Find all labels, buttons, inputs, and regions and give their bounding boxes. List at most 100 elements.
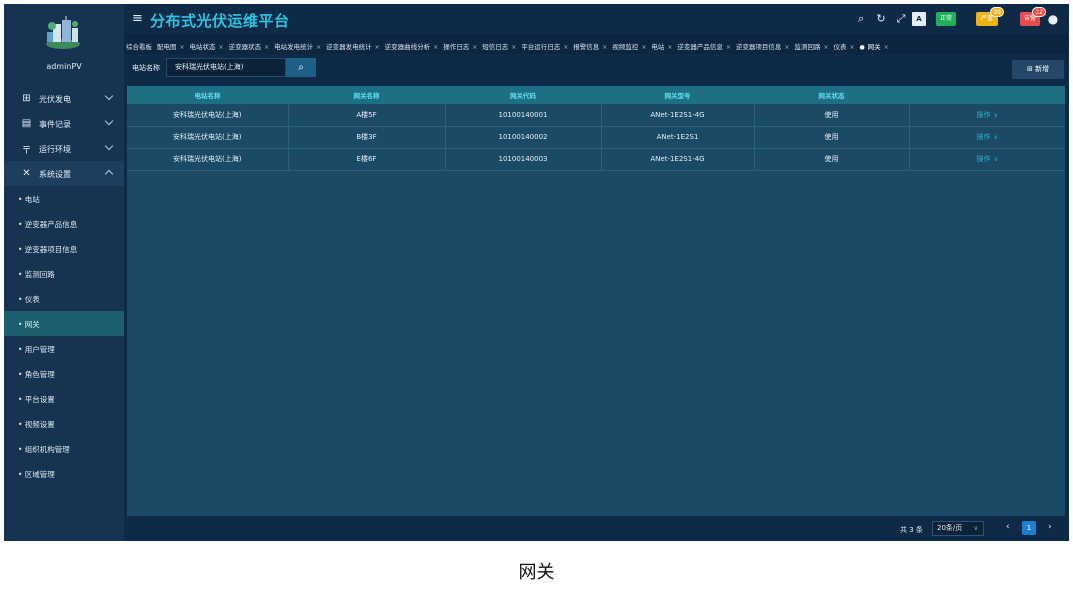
- tab-item[interactable]: 电站发电统计 ×: [272, 37, 324, 54]
- tab-item[interactable]: 平台运行日志 ×: [519, 37, 571, 54]
- column-header: 网关名称: [288, 86, 445, 104]
- sidebar-item-region-management[interactable]: • 区域管理: [4, 461, 124, 486]
- close-icon[interactable]: ×: [511, 44, 516, 51]
- close-icon[interactable]: ×: [602, 44, 607, 51]
- sidebar-item-label: • 仪表: [18, 295, 40, 304]
- close-icon[interactable]: ×: [219, 44, 224, 51]
- search-button[interactable]: ⌕: [286, 58, 316, 77]
- tab-item[interactable]: 逆变器项目信息 ×: [734, 37, 793, 54]
- sidebar-item-platform-settings[interactable]: • 平台设置: [4, 386, 124, 411]
- page-size-value: 20条/页: [937, 524, 963, 532]
- cell-text: B楼3F: [356, 133, 377, 141]
- table-cell: 安科瑞光伏电站(上海): [127, 148, 289, 171]
- normal-button-label: 正常: [939, 15, 952, 22]
- tab-item[interactable]: 操作日志 ×: [441, 37, 480, 54]
- sidebar-item-meter[interactable]: • 仪表: [4, 286, 124, 311]
- cell-text: 安科瑞光伏电站(上海): [173, 110, 242, 119]
- page-number-button[interactable]: 1: [1022, 521, 1036, 535]
- close-icon[interactable]: ×: [433, 44, 438, 51]
- tab-item[interactable]: 仪表 ×: [831, 37, 857, 54]
- tab-item[interactable]: 逆变器状态 ×: [227, 37, 273, 54]
- menu-toggle-icon[interactable]: ≡: [132, 12, 143, 25]
- tab-item[interactable]: 逆变器产品信息 ×: [675, 37, 734, 54]
- sidebar-item-label: • 逆变器产品信息: [18, 220, 78, 229]
- tab-item[interactable]: 综合看板: [124, 37, 155, 54]
- tab-label: 综合看板: [126, 43, 152, 51]
- next-page-button[interactable]: ›: [1048, 522, 1052, 532]
- cell-text: ANet-1E2S1: [656, 133, 699, 141]
- close-icon[interactable]: ×: [667, 44, 672, 51]
- sidebar-item-label: • 组织机构管理: [18, 445, 70, 454]
- tab-item[interactable]: 报警信息 ×: [571, 37, 610, 54]
- table-cell: B楼3F: [288, 126, 446, 149]
- sidebar-item-org-management[interactable]: • 组织机构管理: [4, 436, 124, 461]
- sidebar-item-inverter-product[interactable]: • 逆变器产品信息: [4, 211, 124, 236]
- font-size-icon[interactable]: A: [912, 12, 926, 26]
- sidebar-item-gateway[interactable]: • 网关: [4, 311, 124, 336]
- refresh-icon[interactable]: ↻: [874, 12, 888, 26]
- fullscreen-icon[interactable]: ⤢: [894, 12, 908, 26]
- operation-dropdown[interactable]: 操作 ∨: [909, 148, 1065, 171]
- tab-item[interactable]: 逆变器曲线分析 ×: [383, 37, 442, 54]
- close-icon[interactable]: ×: [264, 44, 269, 51]
- tab-item[interactable]: 监测回路 ×: [792, 37, 831, 54]
- cell-text: 使用: [824, 155, 839, 163]
- tab-item[interactable]: 视频监控 ×: [610, 37, 649, 54]
- sidebar-item-user-management[interactable]: • 用户管理: [4, 336, 124, 361]
- tab-item[interactable]: 电站状态 ×: [188, 37, 227, 54]
- chevron-up-icon: [104, 169, 114, 179]
- app-title: 分布式光伏运维平台: [150, 12, 290, 30]
- sidebar-item-station[interactable]: • 电站: [4, 186, 124, 211]
- menu-pv-generation[interactable]: ⊞ 光伏发电: [4, 86, 124, 111]
- close-icon[interactable]: ×: [316, 44, 321, 51]
- close-icon[interactable]: ×: [726, 44, 731, 51]
- normal-button[interactable]: 正常: [936, 12, 956, 26]
- sidebar-item-inverter-project[interactable]: • 逆变器项目信息: [4, 236, 124, 261]
- pagination-bar: 共 3 条 20条/页 ∨ ‹ 1 ›: [124, 516, 1069, 541]
- table-header-row: 电站名称 网关名称 网关代码 网关型号 网关状态: [127, 86, 1065, 104]
- column-header: 网关代码: [445, 86, 601, 104]
- close-icon[interactable]: ×: [472, 44, 477, 51]
- tab-item[interactable]: 短信日志 ×: [480, 37, 519, 54]
- user-icon[interactable]: ●: [1046, 12, 1060, 26]
- sidebar-item-role-management[interactable]: • 角色管理: [4, 361, 124, 386]
- close-icon[interactable]: ×: [375, 44, 380, 51]
- chevron-down-icon: [104, 91, 114, 101]
- prev-page-button[interactable]: ‹: [1006, 522, 1010, 532]
- sidebar-item-label: • 监测回路: [18, 270, 55, 279]
- close-icon[interactable]: ×: [849, 44, 854, 51]
- operation-dropdown[interactable]: 操作 ∨: [909, 126, 1065, 149]
- figure-caption: 网关: [518, 562, 555, 583]
- close-icon[interactable]: ×: [641, 44, 646, 51]
- column-header: 网关状态: [754, 86, 909, 104]
- close-icon[interactable]: ×: [823, 44, 828, 51]
- station-select[interactable]: 安科瑞光伏电站(上海): [166, 58, 286, 77]
- column-header: [909, 86, 1065, 104]
- tab-item[interactable]: 电站 ×: [649, 37, 675, 54]
- menu-event-records[interactable]: ▤ 事件记录: [4, 111, 124, 136]
- close-icon[interactable]: ×: [784, 44, 789, 51]
- tab-item[interactable]: ● 网关 ×: [858, 37, 892, 54]
- menu-label: 系统设置: [39, 170, 71, 179]
- page-size-select[interactable]: 20条/页 ∨: [932, 521, 984, 536]
- close-icon[interactable]: ×: [884, 44, 889, 51]
- close-icon[interactable]: ×: [180, 44, 185, 51]
- close-icon[interactable]: ×: [563, 44, 568, 51]
- tab-label: 报警信息: [573, 43, 600, 51]
- table-cell: ANet-1E2S1: [601, 126, 755, 149]
- cell-text: 安科瑞光伏电站(上海): [173, 133, 242, 141]
- operation-dropdown[interactable]: 操作 ∨: [909, 104, 1065, 127]
- cell-text: 10100140001: [498, 110, 548, 119]
- sidebar-item-monitor-loop[interactable]: • 监测回路: [4, 261, 124, 286]
- menu-system-settings[interactable]: ✕ 系统设置: [4, 161, 124, 186]
- alarm-button[interactable]: 告警 12: [1020, 7, 1046, 26]
- gateway-table: 电站名称 网关名称 网关代码 网关型号 网关状态 安科瑞光伏电站(上海) A楼5F…: [127, 86, 1065, 516]
- serious-button[interactable]: 严重 99: [976, 7, 1004, 26]
- menu-environment[interactable]: ╤ 运行环境: [4, 136, 124, 161]
- search-icon[interactable]: ⌕: [854, 12, 868, 26]
- sidebar-item-video-settings[interactable]: • 视频设置: [4, 411, 124, 436]
- tab-item[interactable]: 配电图 ×: [155, 37, 188, 54]
- add-button[interactable]: ⊞ 新增: [1012, 60, 1064, 79]
- search-icon: ⌕: [298, 62, 304, 73]
- tab-item[interactable]: 逆变器发电统计 ×: [324, 37, 383, 54]
